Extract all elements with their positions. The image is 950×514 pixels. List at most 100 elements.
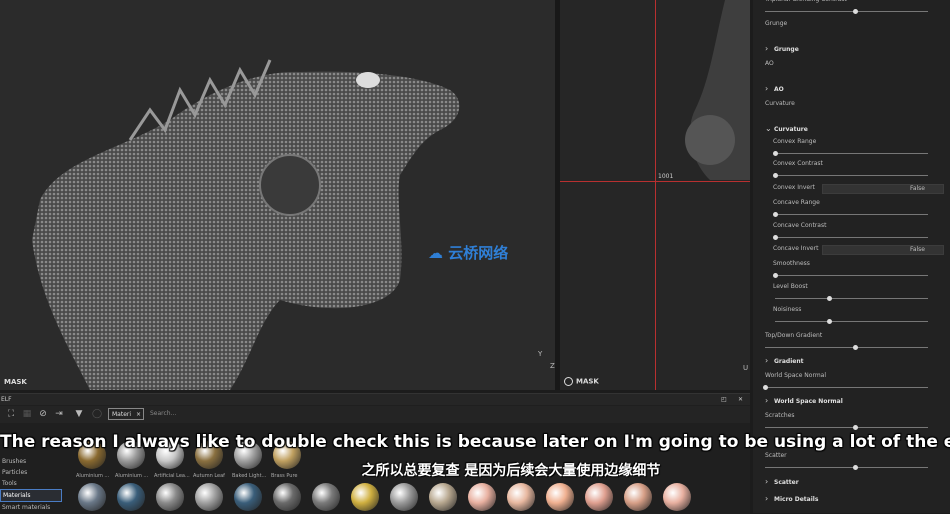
material-thumbnail[interactable] [507, 483, 535, 511]
mask-label-2d: MASK [564, 377, 599, 386]
slider-track[interactable] [773, 212, 928, 217]
chevron-right-icon[interactable]: › [765, 397, 768, 405]
search-input[interactable]: Search... [150, 408, 270, 420]
chevron-right-icon[interactable]: › [765, 495, 768, 503]
param-label: World Space Normal [774, 398, 843, 405]
slider-track[interactable] [763, 385, 928, 390]
chevron-right-icon[interactable]: › [765, 45, 768, 53]
iguana-render [32, 59, 460, 390]
shelf-toolbar: ⛶ ▦ ⊘ ⇥ ▼ ◯ Materi × Search... [0, 406, 750, 423]
chevron-right-icon[interactable]: › [765, 357, 768, 365]
material-thumbnail[interactable] [78, 483, 106, 511]
slider-track[interactable] [765, 425, 928, 430]
material-thumbnail[interactable] [468, 483, 496, 511]
param-label: Smoothness [773, 260, 810, 267]
shelf-category-smart-materials[interactable]: Smart materials [0, 502, 62, 513]
slider-track[interactable] [775, 296, 928, 301]
slider-handle[interactable] [852, 345, 858, 350]
slider-handle[interactable] [763, 385, 768, 390]
chevron-down-icon[interactable]: ⌄ [765, 125, 772, 133]
param-label: Top/Down Gradient [765, 332, 823, 339]
slider-handle[interactable] [773, 273, 778, 278]
material-thumbnail[interactable] [234, 483, 262, 511]
axis-u-label: U [743, 364, 749, 372]
dropdown-value[interactable]: False [822, 184, 944, 194]
mask-circle-icon [564, 377, 573, 386]
material-thumbnail[interactable] [585, 483, 613, 511]
param-label: Concave Contrast [773, 222, 827, 229]
material-thumbnail[interactable] [429, 483, 457, 511]
undock-icon[interactable]: ◰ [721, 394, 727, 405]
material-thumbnail[interactable] [390, 483, 418, 511]
param-label: Concave Range [773, 199, 820, 206]
slider-track[interactable] [765, 9, 928, 14]
slider-handle[interactable] [773, 173, 778, 178]
shelf-header: ELF ◰ ✕ [0, 394, 750, 405]
slider-track[interactable] [773, 273, 928, 278]
filter-chip[interactable]: Materi × [108, 408, 144, 420]
param-label: Convex Range [773, 138, 817, 145]
chip-close-icon[interactable]: × [136, 409, 141, 421]
subtitle-chinese: 之所以总要复查 是因为后续会大量使用边缘细节 [361, 463, 661, 479]
uv-border-vertical [655, 0, 656, 390]
udim-label: 1001 [658, 173, 674, 180]
material-thumbnail[interactable] [156, 483, 184, 511]
material-thumbnail[interactable] [195, 483, 223, 511]
dropdown-value[interactable]: False [822, 245, 944, 255]
param-label: Gradient [774, 358, 804, 365]
shelf-category-materials[interactable]: Materials [0, 489, 62, 502]
close-icon[interactable]: ✕ [738, 394, 743, 405]
chevron-right-icon[interactable]: › [765, 85, 768, 93]
slider-track[interactable] [765, 345, 928, 350]
material-thumbnail[interactable] [663, 483, 691, 511]
hide-icon[interactable]: ⊘ [38, 409, 48, 419]
param-label: Micro Details [774, 496, 819, 503]
param-label: Scatter [765, 452, 787, 459]
grid-icon[interactable]: ▦ [22, 409, 32, 419]
param-label: AO [765, 60, 774, 67]
viewport-3d[interactable]: Y Z MASK [0, 0, 555, 390]
material-thumbnail[interactable] [312, 483, 340, 511]
mask-label-3d: MASK [4, 378, 27, 386]
param-label: World Space Normal [765, 372, 827, 379]
import-icon[interactable]: ⇥ [54, 409, 64, 419]
slider-track[interactable] [773, 151, 928, 156]
param-label: AO [774, 86, 784, 93]
slider-handle[interactable] [773, 151, 778, 156]
slider-handle[interactable] [826, 296, 832, 301]
slider-track[interactable] [773, 173, 928, 178]
material-thumbnail[interactable] [117, 483, 145, 511]
param-label: Scratches [765, 412, 795, 419]
material-thumbnail[interactable] [351, 483, 379, 511]
watermark-logo: ☁ 云桥网络 [428, 244, 509, 262]
param-label: Level Boost [773, 283, 808, 290]
circle-icon[interactable]: ◯ [92, 409, 102, 419]
param-label: Grunge [765, 20, 788, 27]
param-label: Concave Invert [773, 245, 819, 252]
subtitle-english: The reason I always like to double check… [0, 432, 950, 452]
param-label: Triplanar Blending Contrast [765, 0, 847, 3]
param-label: Grunge [774, 46, 799, 53]
filter-icon[interactable]: ▼ [74, 409, 84, 419]
param-label: Noisiness [773, 306, 802, 313]
cloud-icon: ☁ [428, 244, 443, 262]
param-label: Convex Contrast [773, 160, 823, 167]
slider-handle[interactable] [852, 425, 858, 430]
material-thumbnail[interactable] [273, 483, 301, 511]
expand-icon[interactable]: ⛶ [6, 409, 16, 419]
param-label: Curvature [765, 100, 795, 107]
param-label: Convex Invert [773, 184, 815, 191]
slider-track[interactable] [773, 235, 928, 240]
slider-handle[interactable] [773, 235, 778, 240]
shelf-title: ELF [1, 396, 12, 403]
slider-track[interactable] [775, 319, 928, 324]
slider-handle[interactable] [826, 319, 832, 324]
slider-handle[interactable] [852, 9, 858, 14]
axis-y-label: Y [538, 350, 543, 358]
slider-handle[interactable] [773, 212, 778, 217]
eye-highlight [356, 72, 380, 88]
material-thumbnail[interactable] [546, 483, 574, 511]
param-label: Curvature [774, 126, 808, 133]
shelf-panel[interactable]: ELF ◰ ✕ ⛶ ▦ ⊘ ⇥ ▼ ◯ Materi × Search... Br… [0, 393, 750, 514]
material-thumbnail[interactable] [624, 483, 652, 511]
